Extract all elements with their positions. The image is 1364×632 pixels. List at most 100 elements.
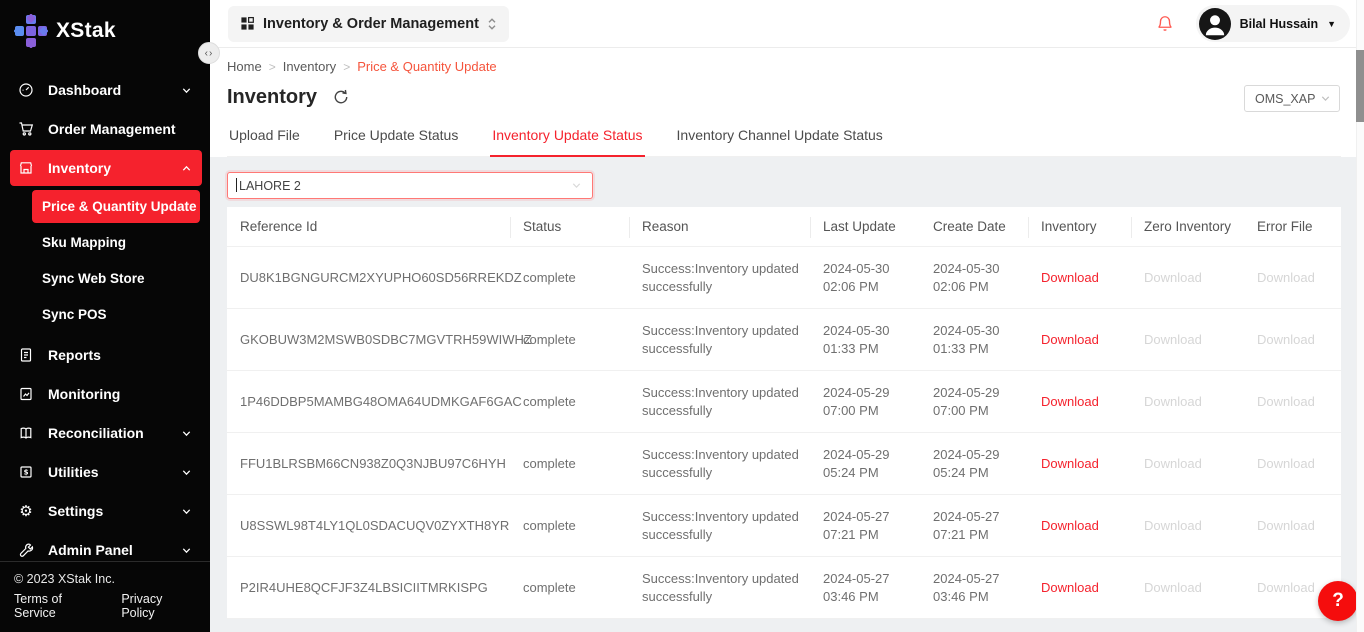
collapse-sidebar-button[interactable]: ‹› <box>198 42 220 64</box>
inventory-download-link[interactable]: Download <box>1041 331 1099 349</box>
error-file-download-link: Download <box>1257 455 1315 473</box>
zero-inventory-download-link: Download <box>1144 517 1202 535</box>
chevron-up-icon <box>181 163 192 174</box>
error-file-download-link: Download <box>1257 269 1315 287</box>
sidebar-item-monitoring[interactable]: Monitoring <box>10 376 202 412</box>
document-icon <box>18 347 34 363</box>
xstak-logo-icon <box>14 14 48 48</box>
privacy-policy-link[interactable]: Privacy Policy <box>121 592 196 620</box>
cell-status: complete <box>510 557 629 618</box>
refresh-icon <box>333 89 349 105</box>
terms-of-service-link[interactable]: Terms of Service <box>14 592 103 620</box>
sidebar-item-label: Sync Web Store <box>42 271 145 286</box>
updown-icon <box>487 17 497 31</box>
column-header-zero-inventory: Zero Inventory <box>1131 207 1244 246</box>
cell-status: complete <box>510 309 629 370</box>
chevron-down-icon <box>181 506 192 517</box>
sidebar-item-label: Reports <box>48 347 192 363</box>
cell-last-update: 2024-05-27 03:46 PM <box>810 557 920 618</box>
sidebar-item-reports[interactable]: Reports <box>10 337 202 373</box>
page-body: LAHORE 2 Reference Id Status Reason Last… <box>210 157 1364 630</box>
page-title: Inventory <box>227 86 317 109</box>
cell-create-date: 2024-05-27 07:21 PM <box>920 495 1028 556</box>
sidebar-item-sync-web-store[interactable]: Sync Web Store <box>32 262 200 295</box>
store-select[interactable]: LAHORE 2 <box>227 172 593 199</box>
column-header-last-update: Last Update <box>810 207 920 246</box>
avatar <box>1199 8 1231 40</box>
breadcrumb-separator: > <box>343 60 350 74</box>
chevron-down-icon <box>181 85 192 96</box>
sidebar-item-label: Settings <box>48 503 181 519</box>
wrench-icon <box>18 542 34 558</box>
cell-last-update: 2024-05-27 07:21 PM <box>810 495 920 556</box>
cell-create-date: 2024-05-29 05:24 PM <box>920 433 1028 494</box>
sidebar-item-price-quantity-update[interactable]: Price & Quantity Update <box>32 190 200 223</box>
bell-icon <box>1156 14 1174 33</box>
table-header-row: Reference Id Status Reason Last Update C… <box>227 207 1341 247</box>
cell-reference-id: FFU1BLRSBM66CN938Z0Q3NJBU97C6HYH <box>227 433 510 494</box>
sidebar-item-sync-pos[interactable]: Sync POS <box>32 298 200 331</box>
inventory-download-link[interactable]: Download <box>1041 269 1099 287</box>
cell-create-date: 2024-05-30 02:06 PM <box>920 247 1028 308</box>
tab-inventory-update-status[interactable]: Inventory Update Status <box>490 123 644 156</box>
tab-price-update-status[interactable]: Price Update Status <box>332 123 461 156</box>
app-switcher-button[interactable]: Inventory & Order Management <box>228 6 509 42</box>
cell-reason: Success:Inventory updated successfully <box>629 495 810 556</box>
brand-logo[interactable]: XStak <box>0 0 210 52</box>
inventory-submenu: Price & Quantity Update Sku Mapping Sync… <box>0 190 210 331</box>
user-name: Bilal Hussain <box>1240 17 1319 31</box>
notification-bell-button[interactable] <box>1156 14 1174 33</box>
inventory-download-link[interactable]: Download <box>1041 579 1099 597</box>
help-button[interactable]: ? <box>1318 581 1358 621</box>
chevron-down-icon <box>181 545 192 556</box>
sidebar-item-reconciliation[interactable]: Reconciliation <box>10 415 202 451</box>
breadcrumb-home[interactable]: Home <box>227 59 262 74</box>
table-row: P2IR4UHE8QCFJF3Z4LBSICIITMRKISPG complet… <box>227 557 1341 619</box>
column-header-create-date: Create Date <box>920 207 1028 246</box>
refresh-button[interactable] <box>333 89 349 105</box>
error-file-download-link: Download <box>1257 517 1315 535</box>
monitor-chart-icon <box>18 386 34 402</box>
tab-upload-file[interactable]: Upload File <box>227 123 302 156</box>
sidebar-item-sku-mapping[interactable]: Sku Mapping <box>32 226 200 259</box>
cell-last-update: 2024-05-29 05:24 PM <box>810 433 920 494</box>
user-menu-button[interactable]: Bilal Hussain ▼ <box>1196 5 1350 42</box>
cell-last-update: 2024-05-30 02:06 PM <box>810 247 920 308</box>
brand-name: XStak <box>56 19 116 43</box>
sidebar-nav: Dashboard Order Management Inventory Pri… <box>0 72 210 568</box>
topbar: Inventory & Order Management Bilal Hussa… <box>210 0 1364 48</box>
sidebar-item-order-management[interactable]: Order Management <box>10 111 202 147</box>
sidebar-item-label: Dashboard <box>48 82 181 98</box>
cell-last-update: 2024-05-29 07:00 PM <box>810 371 920 432</box>
cell-reference-id: U8SSWL98T4LY1QL0SDACUQV0ZYXTH8YR <box>227 495 510 556</box>
table-row: 1P46DDBP5MAMBG48OMA64UDMKGAF6GAC complet… <box>227 371 1341 433</box>
scrollbar-thumb[interactable] <box>1356 50 1364 122</box>
sidebar-item-inventory[interactable]: Inventory <box>10 150 202 186</box>
sidebar-item-label: Reconciliation <box>48 425 181 441</box>
cell-reason: Success:Inventory updated successfully <box>629 433 810 494</box>
inventory-download-link[interactable]: Download <box>1041 393 1099 411</box>
sidebar: XStak Dashboard Order Management Invento… <box>0 0 210 632</box>
book-icon <box>18 425 34 441</box>
environment-select[interactable]: OMS_XAP <box>1244 85 1340 112</box>
sidebar-item-settings[interactable]: ⚙ Settings <box>10 493 202 529</box>
breadcrumb-inventory[interactable]: Inventory <box>283 59 336 74</box>
grid-icon <box>240 16 255 31</box>
chevron-down-icon <box>1320 93 1331 104</box>
app-switcher-label: Inventory & Order Management <box>263 16 479 32</box>
cell-reason: Success:Inventory updated successfully <box>629 247 810 308</box>
sidebar-item-utilities[interactable]: $ Utilities <box>10 454 202 490</box>
chevron-down-icon <box>181 467 192 478</box>
cell-reference-id: DU8K1BGNGURCM2XYUPHO60SD56RREKDZ <box>227 247 510 308</box>
error-file-download-link: Download <box>1257 331 1315 349</box>
sidebar-item-label: Monitoring <box>48 386 192 402</box>
inventory-download-link[interactable]: Download <box>1041 517 1099 535</box>
inventory-download-link[interactable]: Download <box>1041 455 1099 473</box>
column-header-error-file: Error File <box>1244 207 1341 246</box>
vertical-scrollbar <box>1356 0 1364 632</box>
table-row: U8SSWL98T4LY1QL0SDACUQV0ZYXTH8YR complet… <box>227 495 1341 557</box>
tab-inventory-channel-update-status[interactable]: Inventory Channel Update Status <box>675 123 885 156</box>
column-header-reference-id: Reference Id <box>227 207 510 246</box>
sidebar-item-dashboard[interactable]: Dashboard <box>10 72 202 108</box>
cell-create-date: 2024-05-30 01:33 PM <box>920 309 1028 370</box>
